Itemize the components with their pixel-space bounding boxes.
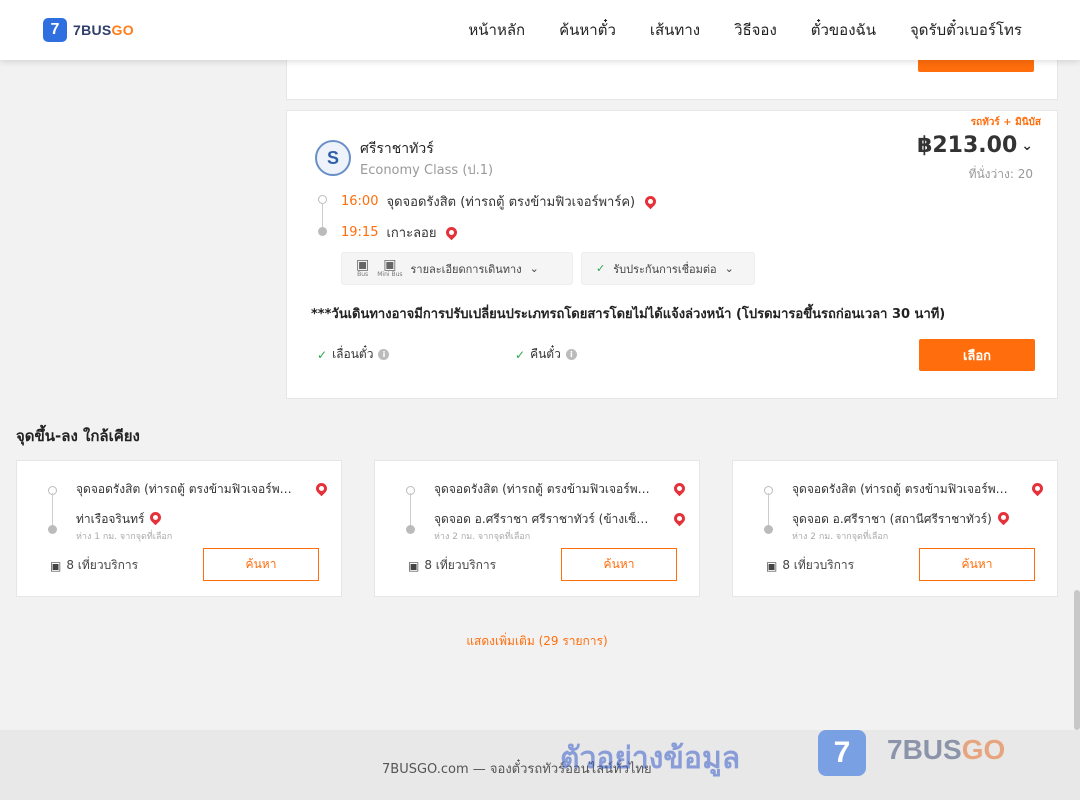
- nav-how-to-book[interactable]: วิธีจอง: [734, 18, 777, 42]
- perk-refund-ticket: ✓ คืนตั๋ว i: [515, 345, 577, 364]
- arrival-dot: [318, 227, 327, 236]
- nav-search-ticket[interactable]: ค้นหาตั๋ว: [559, 18, 616, 42]
- arrival-stop: 19:15 เกาะลอย: [341, 222, 460, 243]
- timeline-line: [410, 493, 411, 529]
- nearby-card: จุดจอดรังสิต (ท่ารถตู้ ตรงข้ามฟิวเจอร์พา…: [16, 460, 342, 597]
- watermark-logo: 7: [818, 730, 866, 776]
- nearby-origin: จุดจอดรังสิต (ท่ารถตู้ ตรงข้ามฟิวเจอร์พา…: [434, 482, 656, 496]
- nav-routes[interactable]: เส้นทาง: [650, 18, 700, 42]
- operator-name: ศรีราชาทัวร์: [360, 141, 434, 157]
- nearby-destination: จุดจอด อ.ศรีราชา (สถานีศรีราชาทัวร์): [792, 510, 1009, 529]
- nearby-distance: ห่าง 1 กม. จากจุดที่เลือก: [76, 532, 173, 542]
- available-seats: ที่นั่งว่าง: 20: [968, 167, 1033, 181]
- nearby-search-button[interactable]: ค้นหา: [561, 548, 677, 581]
- chevron-down-icon: ⌄: [724, 262, 734, 275]
- perk-change-ticket: ✓ เลื่อนตั๋ว i: [317, 345, 390, 364]
- arrival-place: เกาะลอย: [386, 226, 437, 241]
- select-trip-button[interactable]: เลือก: [919, 339, 1035, 371]
- bus-icon: ▣ Bus: [356, 257, 370, 278]
- timeline-line: [768, 493, 769, 529]
- nearby-card: จุดจอดรังสิต (ท่ารถตู้ ตรงข้ามฟิวเจอร์พา…: [732, 460, 1058, 597]
- departure-stop: 16:00 จุดจอดรังสิต (ท่ารถตู้ ตรงข้ามฟิวเ…: [341, 191, 659, 212]
- operator-logo: S: [315, 140, 351, 176]
- nearby-trips: ▣ 8 เที่ยวบริการ: [408, 558, 497, 573]
- map-pin-icon[interactable]: [313, 480, 330, 497]
- info-icon[interactable]: i: [378, 349, 390, 360]
- trip-card: รถทัวร์ + มินิบัส S ศรีราชาทัวร์ Economy…: [286, 110, 1058, 399]
- nearby-trips: ▣ 8 เที่ยวบริการ: [50, 558, 139, 573]
- insurance-toggle[interactable]: ✓ รับประกันการเชื่อมต่อ ⌄: [581, 252, 755, 285]
- nav-home[interactable]: หน้าหลัก: [468, 18, 525, 42]
- trip-details-label: รายละเอียดการเดินทาง: [410, 262, 522, 276]
- price[interactable]: ฿213.00 ⌄: [917, 133, 1033, 158]
- vehicle-type-tag: รถทัวร์ + มินิบัส: [970, 117, 1041, 128]
- chevron-down-icon[interactable]: ⌄: [1021, 138, 1033, 154]
- bus-icon: ▣: [50, 558, 62, 573]
- watermark-text: ตัวอย่างข้อมูล: [560, 741, 741, 776]
- footer: 7BUSGO.com — จองตั๋วรถทัวร์ออนไลน์ทั่วไท…: [0, 730, 1080, 800]
- seat-class: Economy Class (ป.1): [360, 163, 494, 178]
- nearby-search-button[interactable]: ค้นหา: [203, 548, 319, 581]
- map-pin-icon[interactable]: [444, 224, 460, 241]
- show-more-link[interactable]: แสดงเพิ่มเติม (29 รายการ): [0, 632, 1074, 651]
- nearby-destination: ท่าเรือจรินทร์: [76, 510, 162, 529]
- bus-icon: ▣: [766, 558, 778, 573]
- nav-my-tickets[interactable]: ตั๋วของฉัน: [811, 18, 876, 42]
- bus-icon: ▣: [408, 558, 420, 573]
- arrival-time: 19:15: [341, 225, 379, 240]
- map-pin-icon[interactable]: [995, 510, 1009, 526]
- nearby-trips: ▣ 8 เที่ยวบริการ: [766, 558, 855, 573]
- destination-dot: [48, 525, 57, 534]
- info-icon[interactable]: i: [565, 349, 577, 360]
- check-icon: ✓: [596, 262, 606, 275]
- nearby-card: จุดจอดรังสิต (ท่ารถตู้ ตรงข้ามฟิวเจอร์พา…: [374, 460, 700, 597]
- nearby-destination: จุดจอด อ.ศรีราชา ศรีราชาทัวร์ (ข้างเซ็นท…: [434, 512, 656, 526]
- nearby-origin: จุดจอดรังสิต (ท่ารถตู้ ตรงข้ามฟิวเจอร์พา…: [792, 482, 1014, 496]
- check-icon: ✓: [317, 347, 328, 362]
- nearby-origin: จุดจอดรังสิต (ท่ารถตู้ ตรงข้ามฟิวเจอร์พา…: [76, 482, 298, 496]
- site-logo[interactable]: 7 7BUSGO: [43, 18, 134, 42]
- nearby-search-button[interactable]: ค้นหา: [919, 548, 1035, 581]
- map-pin-icon[interactable]: [1029, 480, 1046, 497]
- nearby-distance: ห่าง 2 กม. จากจุดที่เลือก: [792, 532, 889, 542]
- map-pin-icon[interactable]: [642, 193, 659, 210]
- price-value: ฿213.00: [917, 133, 1018, 158]
- map-pin-icon[interactable]: [671, 480, 688, 497]
- timeline-line: [322, 203, 323, 229]
- main-nav: หน้าหลัก ค้นหาตั๋ว เส้นทาง วิธีจอง ตั๋วข…: [468, 0, 1022, 60]
- trip-notice: ***วันเดินทางอาจมีการปรับเปลี่ยนประเภทรถ…: [311, 307, 946, 322]
- nearby-distance: ห่าง 2 กม. จากจุดที่เลือก: [434, 532, 531, 542]
- map-pin-icon[interactable]: [147, 510, 162, 526]
- timeline-line: [52, 493, 53, 529]
- minibus-icon: ▣ Mini Bus: [377, 257, 403, 278]
- logo-mark: 7: [43, 18, 67, 42]
- check-icon: ✓: [515, 347, 526, 362]
- insurance-label: รับประกันการเชื่อมต่อ: [613, 262, 717, 276]
- trip-details-toggle[interactable]: ▣ Bus ▣ Mini Bus รายละเอียดการเดินทาง ⌄: [341, 252, 573, 285]
- departure-place: จุดจอดรังสิต (ท่ารถตู้ ตรงข้ามฟิวเจอร์พา…: [386, 195, 636, 210]
- destination-dot: [406, 525, 415, 534]
- nearby-section-title: จุดขึ้น-ลง ใกล้เคียง: [16, 427, 140, 445]
- nav-pickup-points[interactable]: จุดรับตั๋วเบอร์โทร: [910, 18, 1022, 42]
- logo-text: 7BUSGO: [73, 22, 134, 38]
- top-header: 7 7BUSGO หน้าหลัก ค้นหาตั๋ว เส้นทาง วิธี…: [0, 0, 1080, 60]
- map-pin-icon[interactable]: [671, 510, 688, 527]
- scrollbar[interactable]: [1074, 590, 1080, 730]
- chevron-down-icon: ⌄: [529, 262, 539, 275]
- watermark-brand: 7BUSGO: [887, 734, 1006, 765]
- destination-dot: [764, 525, 773, 534]
- departure-time: 16:00: [341, 194, 379, 209]
